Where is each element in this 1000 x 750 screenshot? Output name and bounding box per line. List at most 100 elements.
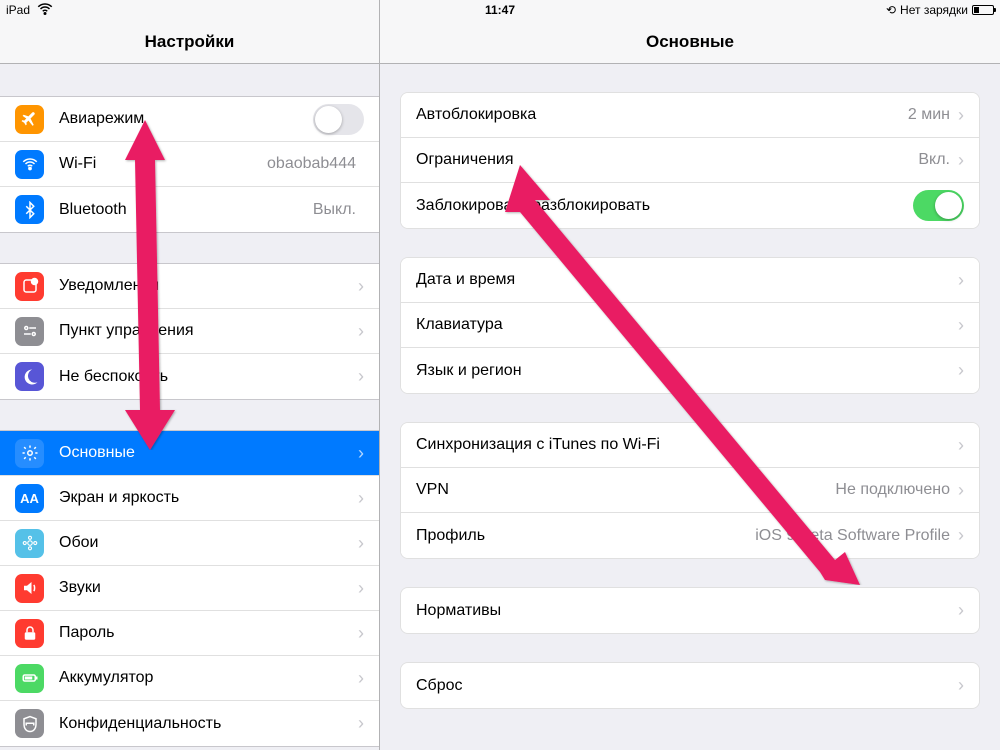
row-пункт-управления[interactable]: Пункт управления › bbox=[0, 309, 379, 354]
row-label: Пароль bbox=[59, 624, 115, 642]
row-label: Пункт управления bbox=[59, 322, 194, 340]
general-icon bbox=[15, 439, 44, 468]
row-экран-и-яркость[interactable]: AAЭкран и яркость› bbox=[0, 476, 379, 521]
chevron-icon: › bbox=[358, 321, 364, 342]
clock: 11:47 bbox=[485, 3, 515, 17]
chevron-icon: › bbox=[958, 360, 964, 381]
chevron-icon: › bbox=[358, 623, 364, 644]
passcode-icon bbox=[15, 619, 44, 648]
settings-group: Синхронизация с iTunes по Wi-Fi › VPN Не по… bbox=[400, 422, 980, 559]
chevron-icon: › bbox=[358, 366, 364, 387]
row-звуки[interactable]: Звуки › bbox=[0, 566, 379, 611]
row-label: Синхронизация с iTunes по Wi-Fi bbox=[416, 436, 660, 454]
toggle-switch[interactable] bbox=[913, 190, 964, 221]
settings-group: Дата и время › Клавиатура › Язык и регион › bbox=[400, 257, 980, 394]
privacy-icon bbox=[15, 709, 44, 738]
row-профиль[interactable]: ПрофильiOS 9 Beta Software Profile› bbox=[401, 513, 979, 558]
device-label: iPad bbox=[6, 3, 30, 17]
row-detail: Не подключено bbox=[835, 481, 950, 499]
row-не-беспокоить[interactable]: Не беспокоить › bbox=[0, 354, 379, 399]
row-язык-и-регион[interactable]: Язык и регион › bbox=[401, 348, 979, 393]
row-пароль[interactable]: Пароль › bbox=[0, 611, 379, 656]
wifi-icon bbox=[36, 0, 54, 21]
row-label: Звуки bbox=[59, 579, 101, 597]
row-автоблокировка[interactable]: Автоблокировка 2 мин › bbox=[401, 93, 979, 138]
row-detail: Вкл. bbox=[918, 151, 950, 169]
dnd-icon bbox=[15, 362, 44, 391]
chevron-icon: › bbox=[958, 270, 964, 291]
row-нормативы[interactable]: Нормативы › bbox=[401, 588, 979, 633]
row-дата-и-время[interactable]: Дата и время › bbox=[401, 258, 979, 303]
status-bar: iPad 11:47 ⟲ Нет зарядки bbox=[0, 0, 1000, 20]
row-основные[interactable]: Основные › bbox=[0, 431, 379, 476]
wifi-icon bbox=[15, 150, 44, 179]
chevron-icon: › bbox=[358, 668, 364, 689]
display-icon: AA bbox=[15, 484, 44, 513]
settings-group: Нормативы › bbox=[400, 587, 980, 634]
row-label: Заблокировать/разблокировать bbox=[416, 197, 650, 215]
row-label: Аккумулятор bbox=[59, 669, 153, 687]
row-label: Авиарежим bbox=[59, 110, 144, 128]
row-wi-fi[interactable]: Wi-Fiobaobab444 bbox=[0, 142, 379, 187]
row-vpn[interactable]: VPN Не подключено › bbox=[401, 468, 979, 513]
row-label: Ограничения bbox=[416, 151, 514, 169]
detail-scroll[interactable]: Автоблокировка 2 мин › Ограничения Вкл. › Забл… bbox=[380, 64, 1000, 750]
bluetooth-icon bbox=[15, 195, 44, 224]
row-bluetooth[interactable]: Bluetooth Выкл. bbox=[0, 187, 379, 232]
row-обои[interactable]: Обои› bbox=[0, 521, 379, 566]
row-label: Автоблокировка bbox=[416, 106, 536, 124]
row-label: Клавиатура bbox=[416, 316, 503, 334]
row-label: Не беспокоить bbox=[59, 368, 168, 386]
control-icon bbox=[15, 317, 44, 346]
row-label: Язык и регион bbox=[416, 362, 522, 380]
settings-group: Уведомления›Пункт управления›Не беспокои… bbox=[0, 263, 379, 400]
row-заблокировать-разблокировать[interactable]: Заблокировать/разблокировать bbox=[401, 183, 979, 228]
charging-status: Нет зарядки bbox=[900, 3, 968, 17]
row-label: Bluetooth bbox=[59, 201, 127, 219]
row-label: Профиль bbox=[416, 527, 485, 545]
chevron-icon: › bbox=[958, 675, 964, 696]
wallpaper-icon bbox=[15, 529, 44, 558]
row-аккумулятор[interactable]: Аккумулятор › bbox=[0, 656, 379, 701]
row-detail: obaobab444 bbox=[267, 155, 356, 173]
row-конфиденциальность[interactable]: Конфиденциальность › bbox=[0, 701, 379, 746]
chevron-icon: › bbox=[358, 443, 364, 464]
chevron-icon: › bbox=[958, 435, 964, 456]
sidebar-scroll[interactable]: Авиарежим Wi-Fiobaobab444 Bluetooth Выкл. Ув… bbox=[0, 64, 379, 750]
sidebar: Настройки АвиарежимWi-Fiobaobab444Blueto… bbox=[0, 0, 380, 750]
chevron-icon: › bbox=[358, 713, 364, 734]
row-label: Дата и время bbox=[416, 271, 515, 289]
detail-title: Основные bbox=[646, 32, 734, 52]
chevron-icon: › bbox=[358, 276, 364, 297]
notif-icon bbox=[15, 272, 44, 301]
chevron-icon: › bbox=[958, 480, 964, 501]
row-label: VPN bbox=[416, 481, 449, 499]
toggle-switch[interactable] bbox=[313, 104, 364, 135]
sidebar-title: Настройки bbox=[145, 32, 235, 52]
chevron-icon: › bbox=[958, 600, 964, 621]
row-клавиатура[interactable]: Клавиатура › bbox=[401, 303, 979, 348]
detail-pane: Основные Автоблокировка 2 мин › Ограничения… bbox=[380, 0, 1000, 750]
row-синхронизация-с-itunes-по-wi-fi[interactable]: Синхронизация с iTunes по Wi-Fi › bbox=[401, 423, 979, 468]
airplane-icon bbox=[15, 105, 44, 134]
settings-group: Основные›AAЭкран и яркость›Обои›Звуки›Па… bbox=[0, 430, 379, 747]
settings-group: Автоблокировка 2 мин › Ограничения Вкл. › Забл… bbox=[400, 92, 980, 229]
chevron-icon: › bbox=[358, 578, 364, 599]
orientation-lock-icon: ⟲ bbox=[886, 3, 896, 17]
row-уведомления[interactable]: Уведомления› bbox=[0, 264, 379, 309]
row-label: Основные bbox=[59, 444, 135, 462]
row-label: Нормативы bbox=[416, 602, 501, 620]
sounds-icon bbox=[15, 574, 44, 603]
row-ограничения[interactable]: ОграниченияВкл.› bbox=[401, 138, 979, 183]
row-label: Конфиденциальность bbox=[59, 715, 221, 733]
row-detail: Выкл. bbox=[313, 201, 356, 219]
settings-group: Авиарежим Wi-Fiobaobab444 Bluetooth Выкл. bbox=[0, 96, 379, 233]
chevron-icon: › bbox=[958, 105, 964, 126]
chevron-icon: › bbox=[358, 533, 364, 554]
chevron-icon: › bbox=[358, 488, 364, 509]
row-detail: 2 мин bbox=[908, 106, 950, 124]
row-сброс[interactable]: Сброс› bbox=[401, 663, 979, 708]
chevron-icon: › bbox=[958, 525, 964, 546]
chevron-icon: › bbox=[958, 315, 964, 336]
row-авиарежим[interactable]: Авиарежим bbox=[0, 97, 379, 142]
